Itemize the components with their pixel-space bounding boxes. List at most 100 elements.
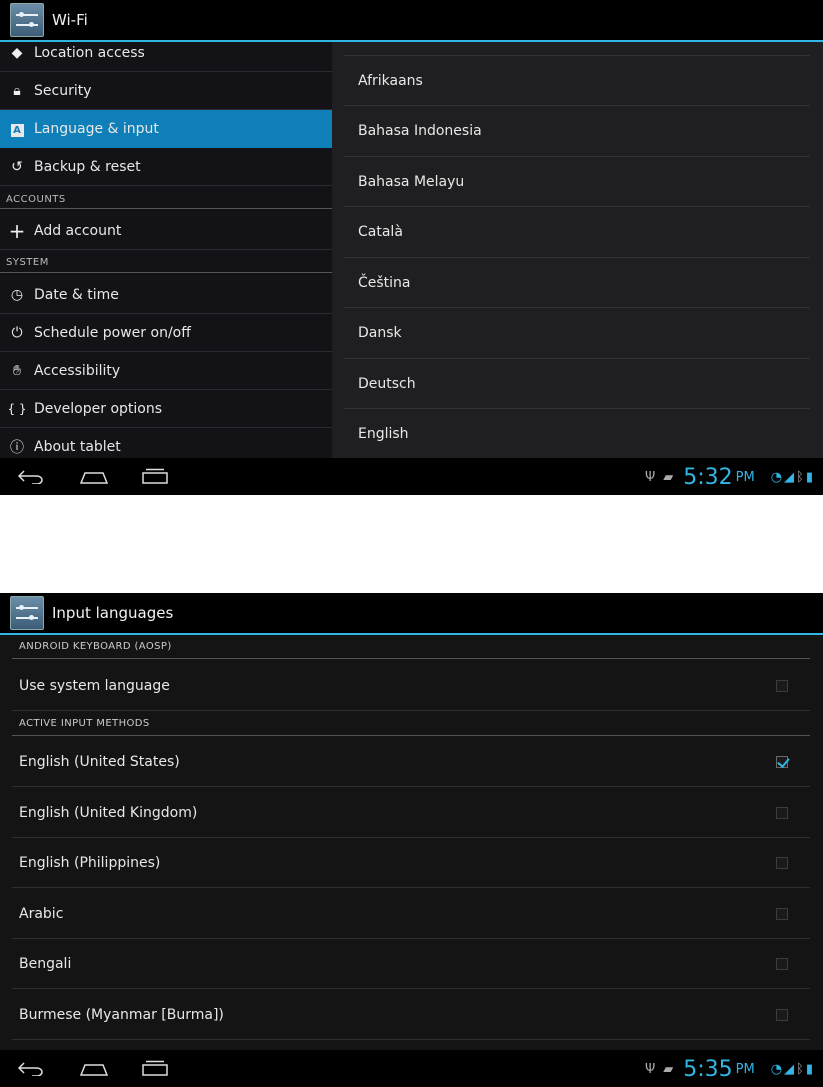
sidebar-item-label: Developer options: [34, 400, 163, 417]
sidebar-item-language-input[interactable]: A Language & input: [0, 110, 332, 148]
sidebar-item-about-tablet[interactable]: ⓘ About tablet: [0, 428, 332, 458]
bluetooth-icon: ᛒ: [796, 1061, 804, 1077]
action-bar: Input languages: [0, 593, 823, 635]
list-item-language[interactable]: Čeština: [344, 257, 810, 307]
use-system-language-row[interactable]: Use system language: [12, 661, 810, 711]
page-title: Wi-Fi: [52, 11, 88, 29]
list-item-language[interactable]: Bahasa Indonesia: [344, 105, 810, 155]
plus-icon: +: [8, 218, 26, 243]
input-method-row[interactable]: English (Philippines): [12, 838, 810, 888]
clock-ampm: PM: [735, 1061, 755, 1077]
sidebar-item-label: About tablet: [34, 438, 121, 455]
wifi-icon: ◔: [770, 469, 783, 485]
signal-icon: ◢: [784, 469, 795, 485]
keyboard-a-icon: A: [0, 121, 34, 137]
divider: [0, 208, 332, 209]
checkbox-checked[interactable]: [776, 756, 788, 768]
checkbox[interactable]: [776, 1009, 788, 1021]
input-method-row[interactable]: Bengali: [12, 939, 810, 989]
sidebar-item-developer-options[interactable]: { } Developer options: [0, 390, 332, 428]
power-schedule-icon: ⏻: [11, 324, 23, 341]
recent-apps-icon[interactable]: [142, 1060, 168, 1076]
lock-icon: 🔒︎: [13, 82, 21, 99]
language-list: Afrikaans Bahasa Indonesia Bahasa Melayu…: [332, 42, 823, 458]
input-method-row[interactable]: Burmese (Myanmar [Burma]): [12, 990, 810, 1040]
clock-ampm: PM: [735, 469, 755, 485]
sidebar-item-backup-reset[interactable]: ↺ Backup & reset: [0, 148, 332, 186]
system-navigation-bar: Ψ ▰ 5:32 PM ◔ ◢ ᛒ ▮: [0, 458, 823, 495]
hand-icon: ✋︎: [13, 362, 21, 379]
status-area[interactable]: Ψ ▰ 5:35 PM ◔ ◢ ᛒ ▮: [637, 1056, 813, 1082]
category-header-active-methods: ACTIVE INPUT METHODS: [12, 712, 810, 736]
settings-screen: Wi-Fi ◆ Location access 🔒︎ Security A La…: [0, 0, 823, 495]
wifi-icon: ◔: [770, 1061, 783, 1077]
sidebar-item-schedule-power[interactable]: ⏻ Schedule power on/off: [0, 314, 332, 352]
checkbox[interactable]: [776, 680, 788, 692]
android-debug-icon: ▰: [663, 469, 674, 485]
back-icon[interactable]: [18, 470, 44, 484]
location-icon: ◆: [11, 44, 23, 61]
row-label: English (United Kingdom): [19, 804, 198, 821]
list-item-language[interactable]: Dansk: [344, 307, 810, 357]
list-item-language[interactable]: Afrikaans: [344, 55, 810, 105]
row-label: Burmese (Myanmar [Burma]): [19, 1006, 224, 1023]
section-header-accounts: ACCOUNTS: [6, 194, 66, 205]
input-languages-screen: Input languages ANDROID KEYBOARD (AOSP) …: [0, 593, 823, 1087]
system-navigation-bar: Ψ ▰ 5:35 PM ◔ ◢ ᛒ ▮: [0, 1050, 823, 1087]
usb-icon: Ψ: [644, 1061, 656, 1077]
settings-app-icon[interactable]: [10, 3, 44, 37]
sidebar-item-label: Location access: [34, 44, 145, 61]
input-method-row[interactable]: English (United Kingdom): [12, 788, 810, 838]
usb-icon: Ψ: [644, 469, 656, 485]
home-icon[interactable]: [80, 472, 108, 484]
clock-time: 5:35: [683, 1056, 733, 1082]
backup-icon: ↺: [11, 158, 23, 175]
sidebar-item-label: Backup & reset: [34, 158, 141, 175]
checkbox[interactable]: [776, 908, 788, 920]
list-item-language[interactable]: Català: [344, 206, 810, 256]
battery-icon: ▮: [805, 469, 813, 485]
sidebar-item-add-account[interactable]: + Add account: [0, 212, 332, 250]
sidebar-item-location-access[interactable]: ◆ Location access: [0, 42, 332, 72]
settings-sidebar: ◆ Location access 🔒︎ Security A Language…: [0, 42, 332, 458]
sidebar-item-security[interactable]: 🔒︎ Security: [0, 72, 332, 110]
page-title: Input languages: [52, 604, 174, 622]
recent-apps-icon[interactable]: [142, 468, 168, 484]
list-item-language[interactable]: Bahasa Melayu: [344, 156, 810, 206]
braces-icon: { }: [7, 401, 27, 416]
divider: [0, 272, 332, 273]
settings-app-icon[interactable]: [10, 596, 44, 630]
checkbox[interactable]: [776, 857, 788, 869]
battery-icon: ▮: [805, 1061, 813, 1077]
signal-icon: ◢: [784, 1061, 795, 1077]
clock-icon: ◷: [10, 286, 24, 303]
back-icon[interactable]: [18, 1062, 44, 1076]
android-debug-icon: ▰: [663, 1061, 674, 1077]
input-method-row[interactable]: English (United States): [12, 737, 810, 787]
category-header-keyboard: ANDROID KEYBOARD (AOSP): [12, 635, 810, 659]
sidebar-item-label: Accessibility: [34, 362, 121, 379]
sidebar-item-label: Language & input: [34, 121, 159, 137]
checkbox[interactable]: [776, 807, 788, 819]
status-area[interactable]: Ψ ▰ 5:32 PM ◔ ◢ ᛒ ▮: [637, 464, 813, 490]
row-label: Bengali: [19, 955, 72, 972]
list-item-language[interactable]: Deutsch: [344, 358, 810, 408]
checkbox[interactable]: [776, 958, 788, 970]
bluetooth-icon: ᛒ: [796, 469, 804, 485]
sidebar-item-label: Schedule power on/off: [34, 324, 191, 341]
row-label: English (United States): [19, 753, 180, 770]
action-bar: Wi-Fi: [0, 0, 823, 42]
clock-time: 5:32: [683, 464, 733, 490]
sidebar-item-label: Security: [34, 82, 92, 99]
list-item-language[interactable]: English: [344, 408, 810, 458]
input-method-row[interactable]: Arabic: [12, 889, 810, 939]
section-header-system: SYSTEM: [6, 257, 49, 268]
info-icon: ⓘ: [10, 439, 24, 456]
sidebar-item-label: Date & time: [34, 286, 119, 303]
home-icon[interactable]: [80, 1064, 108, 1076]
row-label: Use system language: [19, 677, 170, 694]
sidebar-item-label: Add account: [34, 222, 122, 239]
row-label: Arabic: [19, 905, 64, 922]
sidebar-item-date-time[interactable]: ◷ Date & time: [0, 276, 332, 314]
sidebar-item-accessibility[interactable]: ✋︎ Accessibility: [0, 352, 332, 390]
